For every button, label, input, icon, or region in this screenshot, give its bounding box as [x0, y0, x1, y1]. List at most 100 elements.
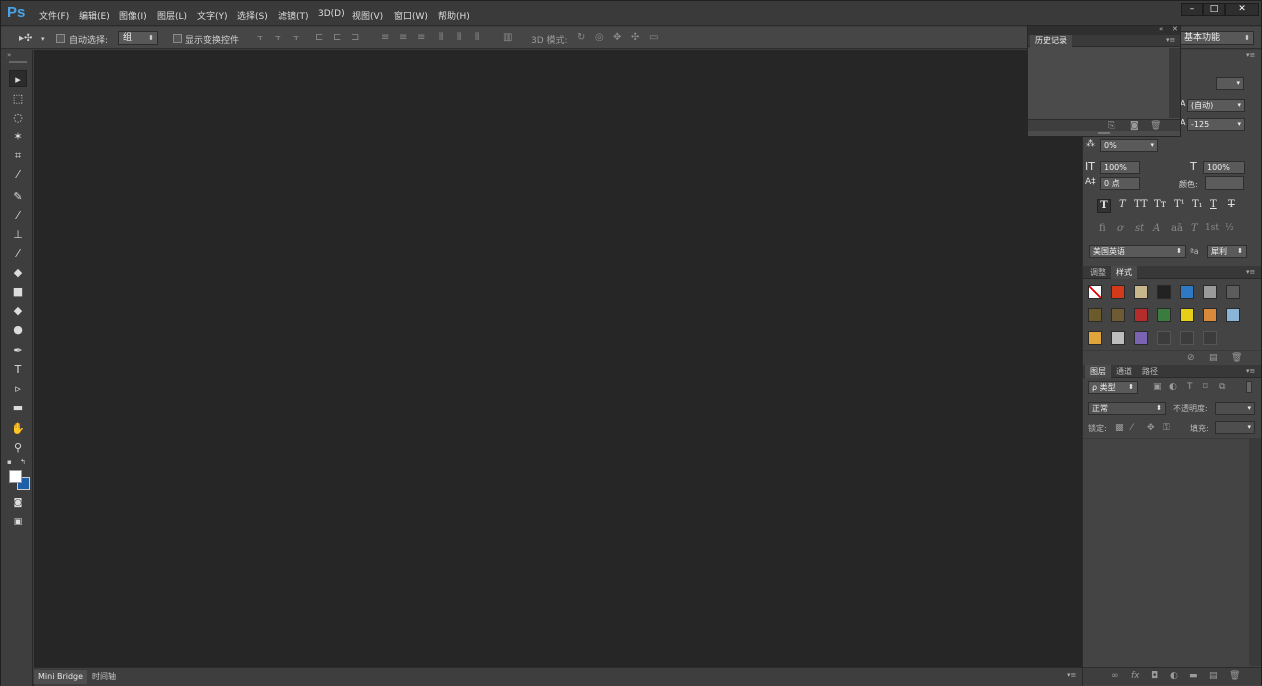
style-swatch[interactable] — [1180, 285, 1194, 299]
leading-dropdown[interactable]: (自动) ▾ — [1187, 99, 1245, 112]
tab-channels[interactable]: 通道 — [1111, 365, 1137, 378]
pen-icon[interactable]: ✒ — [9, 342, 27, 359]
style-swatch[interactable] — [1226, 308, 1240, 322]
brush-icon[interactable]: ⁄ — [9, 207, 27, 224]
history-list[interactable] — [1028, 48, 1169, 118]
3d-pan-icon[interactable]: ✥ — [613, 32, 621, 43]
crop-tool-icon[interactable]: ⌗ — [9, 147, 27, 164]
font-size-field[interactable]: ▾ — [1216, 77, 1244, 90]
subscript-button[interactable]: T₁ — [1192, 199, 1203, 210]
adjustment-layer-icon[interactable]: ◐ — [1170, 671, 1178, 681]
tab-layers[interactable]: 图层 — [1085, 365, 1111, 378]
align-left-icon[interactable]: ⊏ — [315, 32, 323, 43]
move-tool-icon[interactable]: ▸ — [9, 70, 27, 87]
panel-menu-icon[interactable]: ▾≡ — [1246, 367, 1255, 375]
layers-scrollbar[interactable] — [1249, 438, 1261, 666]
marquee-tool-icon[interactable]: ⬚ — [9, 90, 27, 107]
distribute-right-icon[interactable]: ⫴ — [475, 32, 479, 43]
tab-history[interactable]: 历史记录 — [1030, 35, 1072, 47]
menu-select[interactable]: 选择(S) — [237, 9, 268, 22]
shape-icon[interactable]: ▬ — [9, 399, 27, 416]
panel-menu-icon[interactable]: ▾≡ — [1067, 671, 1076, 679]
all-caps-button[interactable]: TT — [1134, 199, 1148, 210]
style-swatch[interactable] — [1111, 331, 1125, 345]
hand-icon[interactable]: ✋ — [9, 420, 27, 437]
workspace-dropdown[interactable]: 基本功能 ⬍ — [1179, 31, 1254, 45]
eyedropper-icon[interactable]: ⁄ — [9, 166, 27, 183]
style-swatch[interactable] — [1203, 308, 1217, 322]
collapse-icon[interactable]: « — [1159, 25, 1163, 33]
horizontal-scale-field[interactable]: 100% — [1203, 161, 1245, 174]
lock-all-icon[interactable]: ⚿ — [1163, 423, 1170, 433]
faux-italic-button[interactable]: T — [1119, 199, 1126, 210]
style-swatch[interactable] — [1203, 285, 1217, 299]
history-scrollbar[interactable] — [1169, 48, 1180, 118]
style-swatch[interactable] — [1134, 308, 1148, 322]
default-colors-icon[interactable]: ▪ — [7, 458, 12, 466]
tab-adjustments[interactable]: 调整 — [1085, 266, 1111, 279]
stamp-icon[interactable]: ⊥ — [9, 226, 27, 243]
ornaments-button[interactable]: T — [1191, 223, 1198, 234]
menu-window[interactable]: 窗口(W) — [394, 9, 428, 22]
show-transform-checkbox[interactable] — [173, 34, 182, 43]
zoom-icon[interactable]: ⚲ — [9, 439, 27, 456]
auto-select-checkbox[interactable] — [56, 34, 65, 43]
3d-slide-icon[interactable]: ✣ — [631, 32, 639, 43]
fx-icon[interactable]: fx — [1131, 671, 1140, 681]
stylistic-alt-button[interactable]: A — [1153, 223, 1160, 234]
tracking-dropdown[interactable]: -125 ▾ — [1187, 118, 1245, 131]
foreground-color-swatch[interactable] — [9, 470, 22, 483]
tab-timeline[interactable]: 时间轴 — [88, 670, 120, 684]
menu-file[interactable]: 文件(F) — [39, 9, 69, 22]
style-swatch[interactable] — [1111, 308, 1125, 322]
align-bottom-icon[interactable]: ⫟ — [293, 32, 299, 43]
tab-paths[interactable]: 路径 — [1137, 365, 1163, 378]
lock-transparent-icon[interactable]: ▩ — [1115, 423, 1124, 433]
filter-toggle[interactable] — [1246, 381, 1252, 393]
trash-icon[interactable]: 🗑 — [1231, 353, 1242, 363]
panel-menu-icon[interactable]: ▾≡ — [1166, 36, 1175, 44]
link-layers-icon[interactable]: ∞ — [1111, 671, 1119, 681]
menu-layer[interactable]: 图层(L) — [157, 9, 187, 22]
style-swatch[interactable] — [1180, 308, 1194, 322]
ligatures-button[interactable]: fi — [1099, 223, 1106, 234]
menu-edit[interactable]: 编辑(E) — [79, 9, 110, 22]
menu-type[interactable]: 文字(Y) — [197, 9, 228, 22]
distribute-left-icon[interactable]: ⫴ — [439, 32, 443, 43]
style-swatch[interactable] — [1134, 331, 1148, 345]
filter-smart-icon[interactable]: ⧉ — [1219, 382, 1225, 392]
tab-mini-bridge[interactable]: Mini Bridge — [34, 670, 88, 684]
menu-view[interactable]: 视图(V) — [352, 9, 383, 22]
history-brush-icon[interactable]: ⁄ — [9, 245, 27, 262]
clear-style-icon[interactable]: ⊘ — [1187, 353, 1195, 363]
lasso-tool-icon[interactable]: ◌ — [9, 109, 27, 126]
auto-select-dropdown[interactable]: 组 ⬍ — [118, 31, 158, 45]
strikethrough-button[interactable]: T — [1228, 199, 1235, 210]
filter-type-icon[interactable]: T — [1187, 382, 1193, 392]
align-top-icon[interactable]: ⫟ — [257, 32, 263, 43]
menu-image[interactable]: 图像(I) — [119, 9, 147, 22]
panel-menu-icon[interactable]: ▾≡ — [1246, 268, 1255, 276]
new-layer-icon[interactable]: ▤ — [1209, 671, 1218, 681]
panel-grip[interactable] — [9, 61, 27, 63]
style-swatch[interactable] — [1134, 285, 1148, 299]
type-icon[interactable]: T — [9, 361, 27, 378]
auto-align-icon[interactable]: ▥ — [503, 32, 512, 43]
align-hcenter-icon[interactable]: ⊏ — [333, 32, 341, 43]
gradient-icon[interactable]: ■ — [9, 283, 27, 300]
menu-filter[interactable]: 滤镜(T) — [278, 9, 309, 22]
collapse-icon[interactable]: » — [7, 51, 11, 59]
style-swatch[interactable] — [1088, 285, 1102, 299]
kerning-dropdown[interactable]: 0% ▾ — [1100, 139, 1158, 152]
style-swatch[interactable] — [1088, 308, 1102, 322]
style-swatch[interactable] — [1226, 285, 1240, 299]
anti-alias-dropdown[interactable]: 犀利 ⬍ — [1207, 245, 1247, 258]
new-document-from-state-icon[interactable]: ⎘ — [1108, 121, 1115, 131]
panel-menu-icon[interactable]: ▾≡ — [1246, 51, 1255, 59]
faux-bold-button[interactable]: T — [1097, 199, 1111, 213]
new-style-icon[interactable]: ▤ — [1209, 353, 1218, 363]
filter-shape-icon[interactable]: ⌑ — [1203, 382, 1208, 392]
style-swatch[interactable] — [1157, 308, 1171, 322]
vertical-scale-field[interactable]: 100% — [1100, 161, 1140, 174]
maximize-button[interactable]: □ — [1203, 3, 1225, 16]
